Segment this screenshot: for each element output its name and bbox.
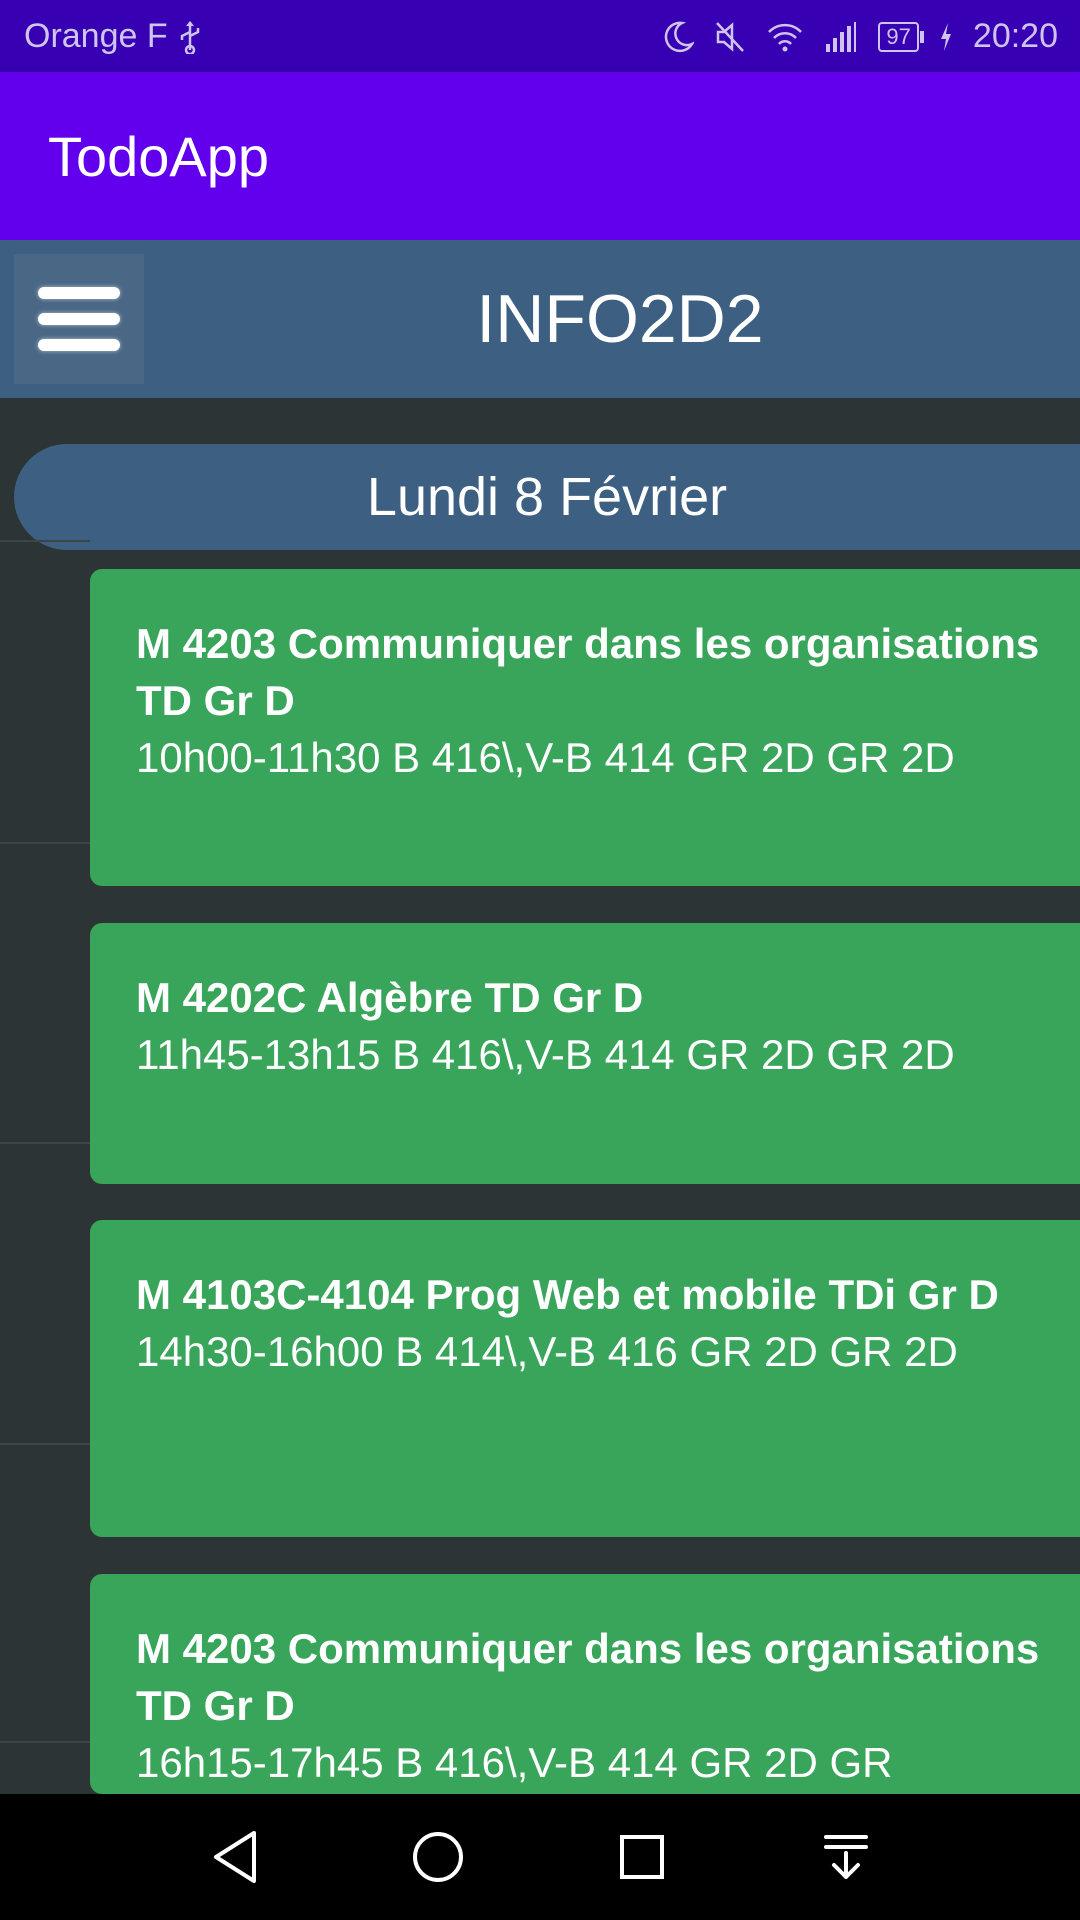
course-card[interactable]: M 4202C Algèbre TD Gr D 11h45-13h15 B 41…: [90, 923, 1080, 1184]
course-card[interactable]: M 4103C-4104 Prog Web et mobile TDi Gr D…: [90, 1220, 1080, 1537]
status-bar: Orange F 97 20:20: [0, 0, 1080, 72]
timeline-divider: [0, 842, 90, 844]
timeline-divider: [0, 1142, 90, 1144]
app-bar: TodoApp: [0, 72, 1080, 240]
home-icon[interactable]: [410, 1827, 466, 1887]
course-card[interactable]: M 4203 Communiquer dans les organisation…: [90, 1574, 1080, 1794]
mute-icon: [714, 20, 746, 54]
timeline-divider: [0, 540, 90, 542]
system-navigation-bar: [0, 1794, 1080, 1920]
signal-icon: [824, 20, 858, 54]
clock: 20:20: [972, 17, 1058, 55]
usb-icon: [178, 20, 202, 54]
group-title: INFO2D2: [476, 281, 764, 357]
timeline-divider: [0, 1443, 90, 1445]
recents-icon[interactable]: [614, 1827, 670, 1887]
app-title: TodoApp: [48, 125, 270, 188]
course-title: M 4203 Communiquer dans les organisation…: [136, 1625, 1040, 1729]
hamburger-menu-icon: [38, 287, 120, 299]
battery-indicator: 97: [878, 21, 925, 52]
course-details: 16h15-17h45 B 416\,V-B 414 GR 2D GR: [136, 1739, 893, 1786]
wifi-icon: [766, 20, 804, 54]
course-title: M 4203 Communiquer dans les organisation…: [136, 620, 1040, 724]
charging-icon: [939, 22, 953, 52]
carrier-label: Orange F: [24, 17, 168, 55]
group-header: INFO2D2: [0, 240, 1080, 398]
course-title: M 4202C Algèbre TD Gr D: [136, 974, 644, 1021]
day-header: Lundi 8 Février: [14, 444, 1080, 550]
moon-icon: [662, 20, 695, 54]
course-card[interactable]: M 4203 Communiquer dans les organisation…: [90, 569, 1080, 886]
course-details: 14h30-16h00 B 414\,V-B 416 GR 2D GR 2D: [136, 1328, 958, 1375]
hamburger-menu-icon-line: [38, 313, 120, 325]
course-title: M 4103C-4104 Prog Web et mobile TDi Gr D: [136, 1271, 999, 1318]
course-details: 10h00-11h30 B 416\,V-B 414 GR 2D GR 2D: [136, 734, 955, 781]
hamburger-menu-button[interactable]: [14, 254, 144, 384]
timeline-divider: [0, 1741, 90, 1743]
notification-pulldown-icon[interactable]: [818, 1827, 874, 1887]
hamburger-menu-icon-line: [38, 339, 120, 351]
back-icon[interactable]: [210, 1827, 260, 1887]
course-details: 11h45-13h15 B 416\,V-B 414 GR 2D GR 2D: [136, 1031, 955, 1078]
day-label: Lundi 8 Février: [366, 467, 728, 527]
